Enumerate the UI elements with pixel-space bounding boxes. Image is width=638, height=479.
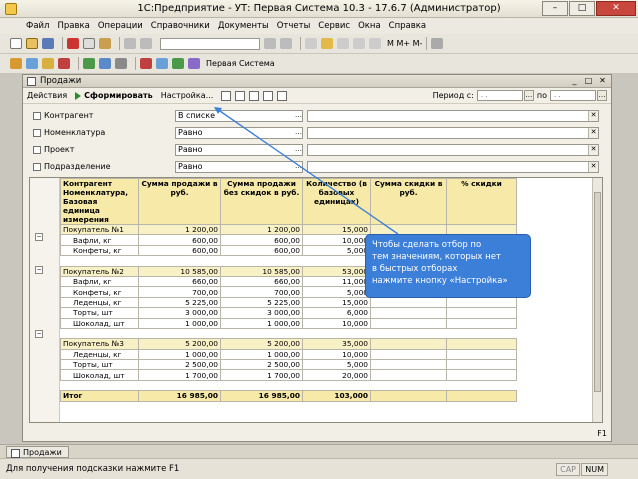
taskbar-item-sales[interactable]: Продажи	[6, 446, 69, 458]
menu-edit[interactable]: Правка	[53, 21, 93, 31]
sales-icon[interactable]	[58, 58, 70, 69]
undo-icon[interactable]	[124, 38, 136, 49]
open-folder-icon[interactable]	[26, 38, 38, 49]
toolbar-separator	[135, 57, 136, 70]
menu-windows[interactable]: Окна	[354, 21, 385, 31]
title-bar: 1С:Предприятие - УТ: Первая Система 10.3…	[0, 0, 638, 18]
caps-indicator: CAP	[556, 463, 580, 476]
analysis-icon[interactable]	[188, 58, 200, 69]
pointer-line	[216, 108, 399, 235]
hint-line-3: в быстрых отборах	[372, 264, 458, 274]
new-document-icon[interactable]	[10, 38, 22, 49]
cash-icon[interactable]	[172, 58, 184, 69]
memory-plus-icon[interactable]: M M+ M-	[387, 39, 422, 48]
menu-bar: Файл Правка Операции Справочники Докумен…	[0, 18, 638, 34]
settings-icon[interactable]	[431, 38, 444, 49]
report-icon[interactable]	[115, 58, 127, 69]
menu-documents[interactable]: Документы	[214, 21, 273, 31]
hint-line-4: нажмите кнопку «Настройка»	[372, 276, 508, 286]
main-toolbar: M M+ M-	[0, 34, 638, 54]
purchase-icon[interactable]	[83, 58, 95, 69]
mdi-workspace: Продажи _ □ ✕ Действия Сформировать Наст…	[0, 74, 638, 444]
find-next-icon[interactable]	[280, 38, 292, 49]
search-combo[interactable]	[160, 37, 260, 50]
toolbar-separator	[119, 37, 120, 50]
redo-icon[interactable]	[140, 38, 152, 49]
paste-icon[interactable]	[99, 38, 111, 49]
minimize-icon[interactable]: –	[542, 1, 568, 16]
find-icon[interactable]	[264, 38, 276, 49]
pointer-arrowhead	[214, 107, 222, 114]
price-icon[interactable]	[140, 58, 152, 69]
info-icon[interactable]	[321, 38, 333, 49]
cut-icon[interactable]	[67, 38, 79, 49]
menu-reports[interactable]: Отчеты	[273, 21, 315, 31]
copy-icon[interactable]	[83, 38, 95, 49]
company-label[interactable]: Первая Система	[206, 59, 275, 68]
warehouse-icon[interactable]	[99, 58, 111, 69]
status-hint: Для получения подсказки нажмите F1	[6, 464, 180, 474]
application-window: 1С:Предприятие - УТ: Первая Система 10.3…	[0, 0, 638, 479]
window-taskbar: Продажи	[0, 444, 638, 458]
menu-file[interactable]: Файл	[22, 21, 53, 31]
calendar-icon[interactable]	[337, 38, 349, 49]
text-icon[interactable]	[369, 38, 381, 49]
menu-operations[interactable]: Операции	[94, 21, 147, 31]
tooltip-pointer	[214, 107, 399, 235]
maximize-icon[interactable]: □	[569, 1, 595, 16]
toolbar-separator	[300, 37, 301, 50]
save-icon[interactable]	[42, 38, 54, 49]
calculator-icon[interactable]	[305, 38, 317, 49]
toolbar-separator	[78, 57, 79, 70]
documents-icon[interactable]	[42, 58, 54, 69]
num-indicator: NUM	[581, 463, 608, 476]
hint-callout: Чтобы сделать отбор по тем значениям, ко…	[365, 234, 531, 298]
toolbar-separator	[62, 37, 63, 50]
hint-line-2: тем значениям, которых нет	[372, 252, 501, 262]
menu-help[interactable]: Справка	[385, 21, 430, 31]
menu-catalogs[interactable]: Справочники	[147, 21, 214, 31]
operations-icon[interactable]	[10, 58, 22, 69]
toolbar-separator	[426, 37, 428, 50]
second-toolbar: Первая Система	[0, 54, 638, 74]
bank-icon[interactable]	[156, 58, 168, 69]
menu-service[interactable]: Сервис	[314, 21, 354, 31]
table-icon[interactable]	[353, 38, 365, 49]
hint-line-1: Чтобы сделать отбор по	[372, 240, 482, 250]
status-bar: Для получения подсказки нажмите F1 CAP N…	[0, 458, 638, 479]
catalog-icon[interactable]	[26, 58, 38, 69]
close-icon[interactable]: ✕	[596, 1, 636, 16]
